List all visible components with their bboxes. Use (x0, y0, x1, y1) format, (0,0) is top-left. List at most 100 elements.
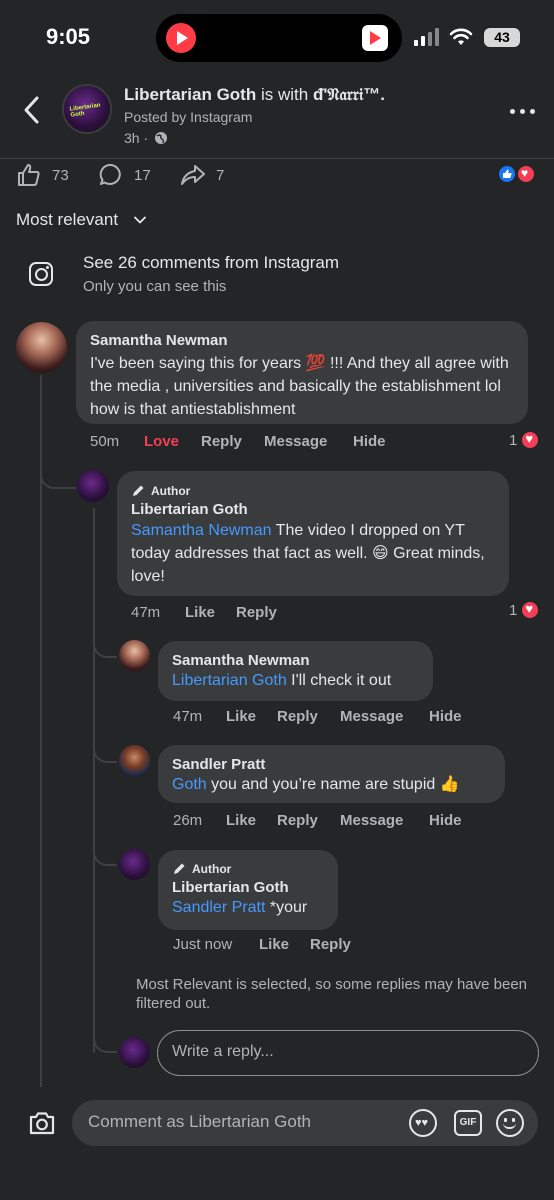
camera-icon[interactable] (28, 1110, 56, 1136)
like-count: 73 (52, 166, 69, 184)
reply-button[interactable]: Reply (277, 812, 340, 829)
mention-link[interactable]: Sandler Pratt (172, 899, 265, 916)
reaction-count-value: 1 (509, 431, 518, 449)
hide-button[interactable]: Hide (353, 433, 386, 450)
avatar[interactable] (119, 640, 150, 671)
like-button[interactable]: Like (226, 708, 277, 725)
love-reaction-icon[interactable]: ♥ (516, 164, 536, 184)
commenter-name[interactable]: Samantha Newman (90, 332, 514, 349)
reaction-count[interactable]: 1 (509, 600, 541, 620)
comment-bubble: Samantha Newman Libertarian Goth I'll ch… (158, 641, 433, 701)
like-button[interactable]: Like (259, 936, 310, 953)
comment-bubble: Sandler Pratt Goth you and you’re name a… (158, 745, 505, 803)
header-divider (0, 158, 554, 159)
avatar-sticker-icon[interactable]: ♥♥ (409, 1109, 437, 1137)
thread-connector (40, 465, 76, 489)
app-activity-icon (362, 25, 388, 51)
love-button[interactable]: Love (144, 433, 201, 450)
gif-icon[interactable]: GIF (454, 1110, 482, 1136)
comment-count: 17 (134, 166, 151, 184)
hide-button[interactable]: Hide (429, 708, 462, 725)
filter-note: Most Relevant is selected, so some repli… (136, 976, 528, 1012)
comment-text: Samantha Newman The video I dropped on Y… (131, 519, 495, 588)
message-button[interactable]: Message (340, 812, 429, 829)
comment-text: Libertarian Goth I'll check it out (172, 669, 419, 692)
hide-button[interactable]: Hide (429, 812, 462, 829)
comment-time: 50m (90, 433, 120, 450)
reaction-count[interactable]: 1 (509, 430, 541, 450)
author-badge-label: Author (151, 483, 191, 498)
comment-bubble: Author Libertarian Goth Samantha Newman … (117, 471, 509, 596)
like-reaction-icon[interactable] (497, 164, 517, 184)
message-button[interactable]: Message (340, 708, 429, 725)
thread-connector (93, 735, 117, 763)
mention-link[interactable]: Libertarian Goth (172, 672, 287, 689)
avatar-logo-text: Libertarian Goth (69, 102, 101, 119)
page-name[interactable]: Libertarian Goth (124, 85, 256, 104)
comment-time: 47m (131, 604, 161, 621)
sort-dropdown[interactable]: Most relevant (16, 210, 118, 230)
emoji-icon[interactable] (496, 1109, 524, 1137)
battery-indicator: 43 (484, 28, 520, 47)
avatar[interactable] (77, 470, 109, 502)
status-time: 9:05 (46, 24, 91, 49)
sub-thread-line (93, 508, 95, 1053)
wifi-icon (449, 28, 473, 45)
like-button[interactable]: Like (226, 812, 277, 829)
commenter-name[interactable]: Sandler Pratt (172, 756, 491, 773)
comment-actions: 47m Like Reply Message Hide (173, 708, 462, 725)
like-button[interactable]: Like (185, 604, 236, 621)
avatar (119, 1037, 150, 1068)
share-arrow-icon (181, 165, 205, 185)
avatar[interactable] (119, 849, 150, 880)
thread-connector (93, 838, 117, 866)
more-options-icon[interactable] (510, 101, 536, 121)
comment-time: 47m (173, 708, 203, 725)
comment-time: Just now (173, 936, 233, 953)
avatar[interactable] (16, 322, 67, 373)
comment-bubble: Author Libertarian Goth Sandler Pratt *y… (158, 850, 338, 930)
reply-input[interactable]: Write a reply... (157, 1030, 539, 1076)
instagram-icon (29, 262, 53, 286)
thread-connector (93, 1025, 117, 1053)
author-badge-label: Author (192, 861, 232, 876)
comment-bubble-icon (99, 163, 121, 185)
posted-by: Posted by Instagram (124, 109, 253, 125)
comment-text: Goth you and you’re name are stupid 👍 (172, 773, 491, 796)
page-avatar[interactable]: Libertarian Goth (62, 84, 112, 134)
reply-button[interactable]: Reply (236, 604, 277, 621)
comment-body: you and you’re name are stupid 👍 (206, 776, 460, 793)
mention-link[interactable]: Goth (172, 776, 207, 793)
reply-button[interactable]: Reply (201, 433, 264, 450)
reply-button[interactable]: Reply (310, 936, 351, 953)
comment-actions: Just now Like Reply (173, 936, 351, 953)
instagram-comments-link[interactable]: See 26 comments from Instagram (83, 253, 339, 273)
comment-actions: 47m Like Reply (131, 604, 277, 621)
comment-actions: 26m Like Reply Message Hide (173, 812, 462, 829)
share-count: 7 (216, 166, 225, 184)
pen-icon (174, 863, 185, 874)
thread-connector (93, 630, 117, 658)
commenter-name[interactable]: Samantha Newman (172, 652, 419, 669)
share-stat[interactable]: 7 (180, 164, 224, 186)
dynamic-island (156, 14, 402, 62)
comment-text: I've been saying this for years 💯 !!! An… (90, 355, 509, 418)
comment-body: *your (265, 899, 308, 916)
like-thumb-icon (18, 164, 40, 186)
commenter-name[interactable]: Libertarian Goth (172, 879, 324, 896)
back-arrow-icon[interactable] (18, 94, 46, 126)
reply-button[interactable]: Reply (277, 708, 340, 725)
message-button[interactable]: Message (264, 433, 353, 450)
chevron-down-icon[interactable] (134, 214, 146, 226)
author-badge: Author (131, 483, 495, 498)
comment-stat[interactable]: 17 (98, 163, 151, 186)
cellular-signal-icon (414, 28, 440, 46)
like-stat[interactable]: 73 (16, 164, 69, 186)
mention-link[interactable]: Samantha Newman (131, 522, 272, 539)
tagged-name[interactable]: ᵭ'𝔑𝔞𝔯𝔯𝔦™. (313, 85, 385, 104)
pen-icon (133, 485, 144, 496)
avatar[interactable] (119, 745, 150, 776)
reaction-count-value: 1 (509, 601, 518, 619)
screen-record-icon (166, 23, 196, 53)
commenter-name[interactable]: Libertarian Goth (131, 501, 495, 518)
